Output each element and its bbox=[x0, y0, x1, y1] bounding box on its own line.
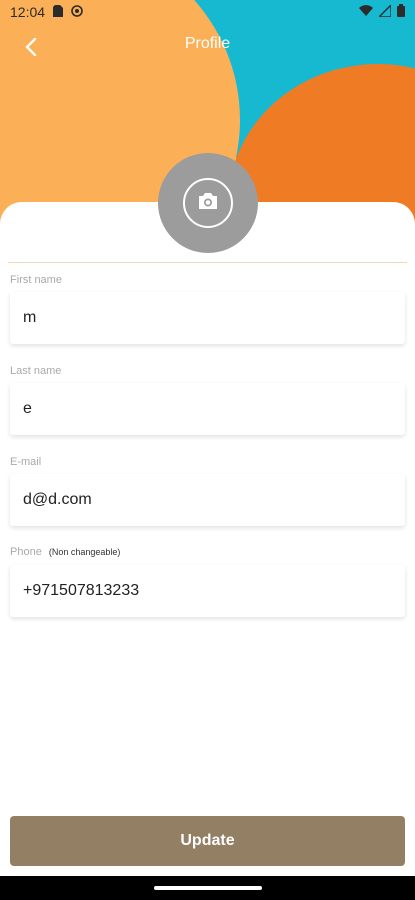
sim-icon bbox=[53, 4, 64, 20]
phone-label-row: Phone (Non changeable) bbox=[10, 546, 120, 558]
avatar[interactable] bbox=[158, 153, 258, 253]
wifi-icon bbox=[359, 4, 373, 20]
last-name-label: Last name bbox=[10, 365, 62, 377]
page-title: Profile bbox=[184, 35, 231, 52]
camera-icon bbox=[196, 191, 220, 216]
last-name-value: e bbox=[23, 400, 32, 417]
battery-icon bbox=[397, 4, 405, 20]
shield-icon bbox=[71, 4, 83, 20]
status-time: 12:04 bbox=[10, 4, 46, 20]
card-divider bbox=[8, 262, 407, 263]
phone-value: +971507813233 bbox=[23, 582, 140, 599]
update-button[interactable]: Update bbox=[10, 816, 405, 866]
email-label: E-mail bbox=[10, 456, 42, 468]
avatar-camera-ring bbox=[183, 178, 233, 228]
last-name-field[interactable]: e bbox=[10, 383, 405, 435]
first-name-value: m bbox=[23, 309, 37, 326]
phone-field: +971507813233 bbox=[10, 565, 405, 617]
signal-icon bbox=[377, 3, 392, 20]
phone-note: (Non changeable) bbox=[48, 547, 121, 557]
system-navigation-bar bbox=[0, 876, 415, 900]
email-value: d@d.com bbox=[23, 491, 92, 508]
status-bar: 12:04 bbox=[0, 0, 415, 24]
phone-label: Phone bbox=[10, 546, 42, 558]
first-name-label: First name bbox=[10, 274, 62, 286]
first-name-field[interactable]: m bbox=[10, 292, 405, 344]
email-field[interactable]: d@d.com bbox=[10, 474, 405, 526]
home-gesture-handle[interactable] bbox=[153, 886, 262, 890]
